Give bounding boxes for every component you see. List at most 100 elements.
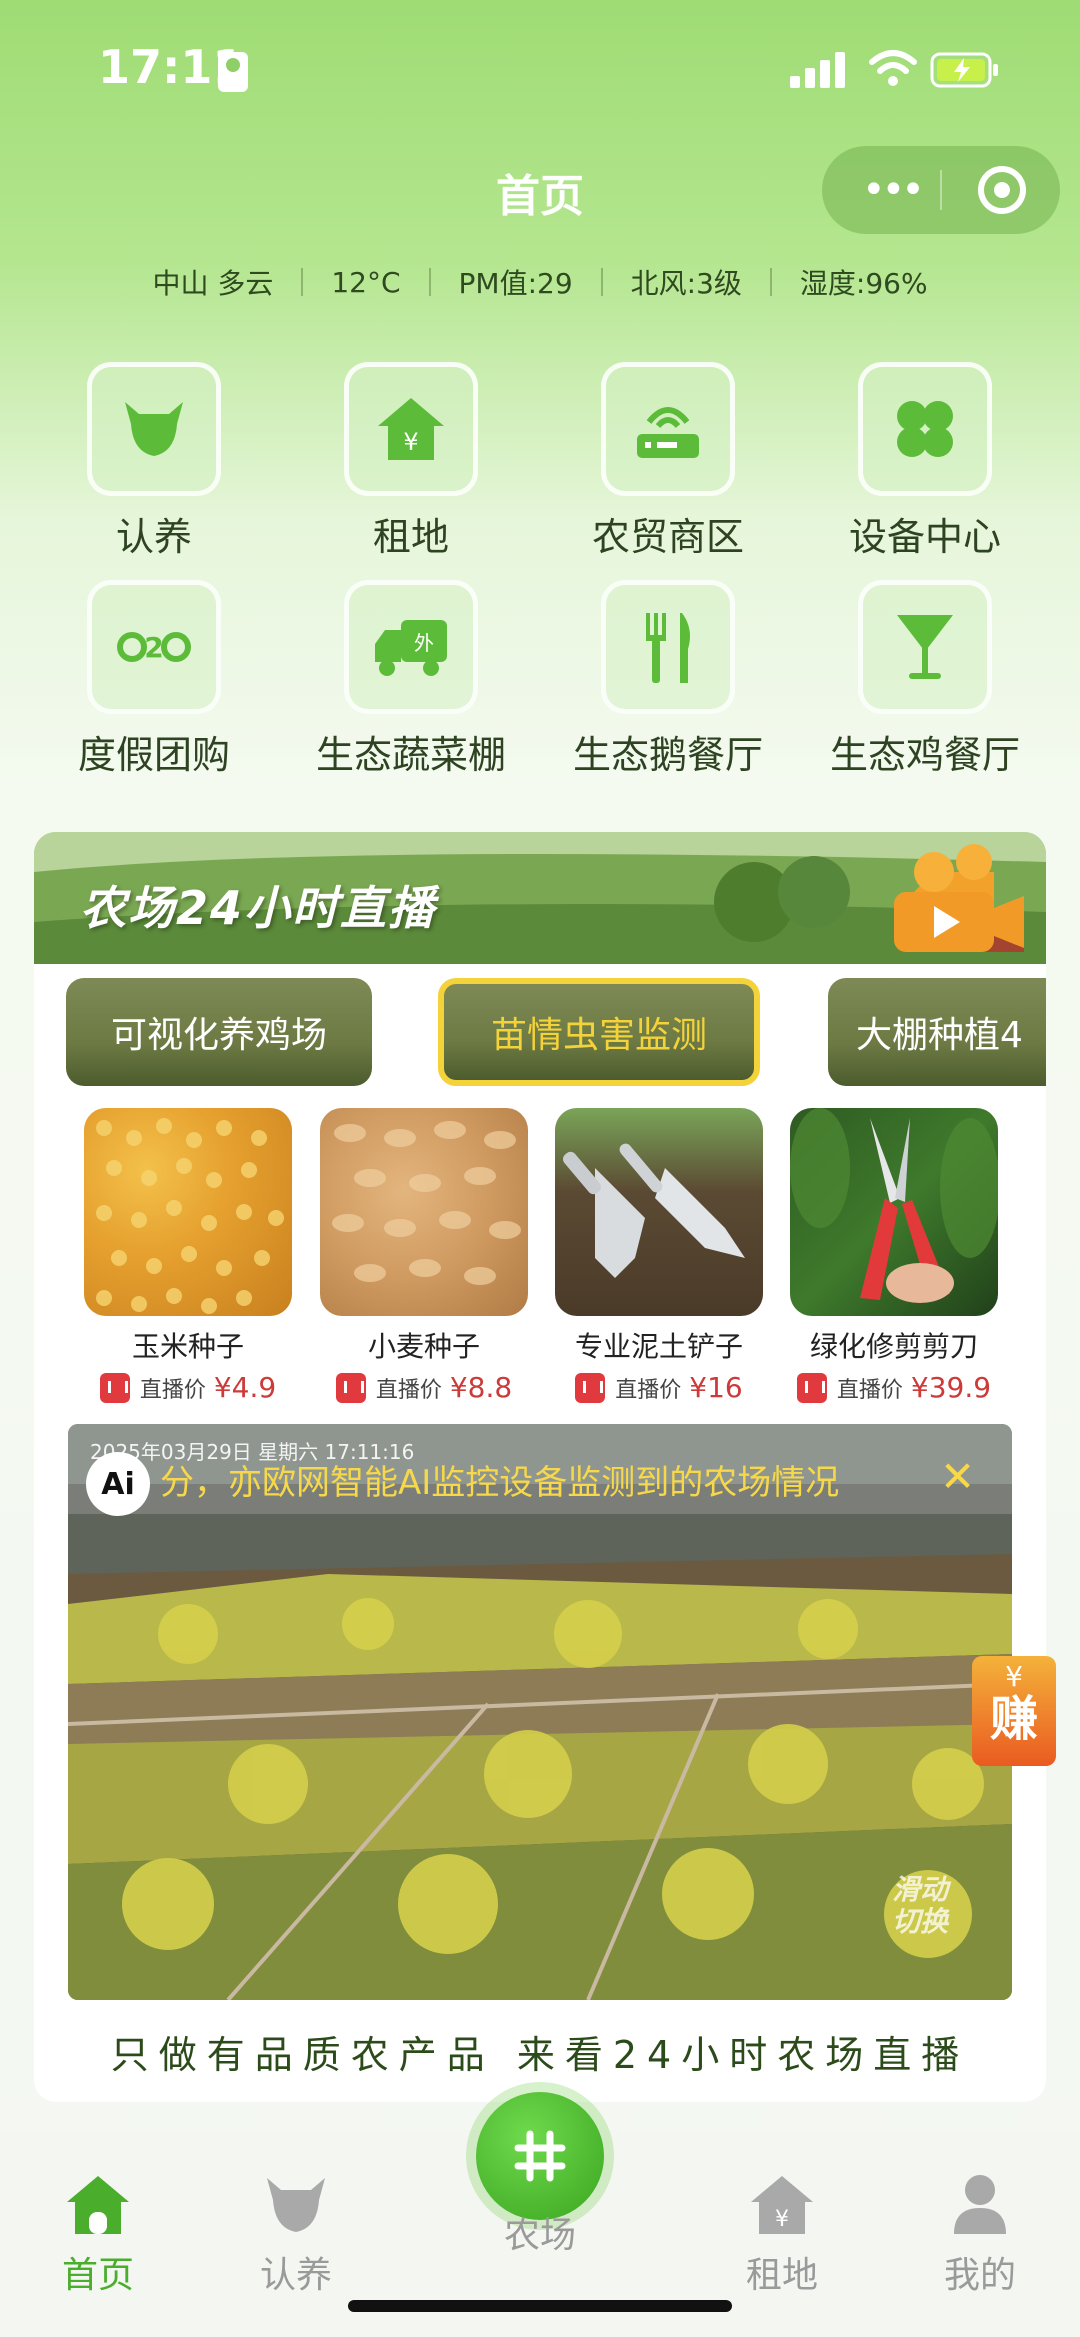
cocktail-icon (897, 615, 953, 679)
price-value: ¥4.9 (213, 1371, 277, 1404)
menu-label: 租地 (372, 515, 449, 559)
tab-label: 认养 (259, 2255, 332, 2296)
product-name: 小麦种子 (367, 1330, 480, 1363)
menu-label: 生态蔬菜棚 (315, 733, 506, 777)
tab-label: 首页 (61, 2255, 134, 2296)
person-icon (954, 2175, 1006, 2234)
earn-label: 赚 (989, 1691, 1038, 1747)
signal-icon (790, 52, 845, 88)
price-label: 直播价 (836, 1377, 903, 1403)
mini-program-capsule[interactable]: ••• (822, 146, 1060, 234)
weather-humidity: 湿度:96% (799, 267, 928, 300)
ai-monitor-marquee: 分，亦欧网智能AI监控设备监测到的农场情况 (160, 1463, 840, 1503)
menu-label: 设备中心 (848, 515, 1001, 559)
menu-item-device-center[interactable]: 设备中心 (805, 362, 1045, 561)
menu-item-adopt[interactable]: 认养 (34, 362, 274, 561)
tab-mine[interactable]: 我的 (900, 2172, 1060, 2298)
menu-item-vacation[interactable]: 2 度假团购 (34, 580, 274, 779)
close-icon[interactable]: ✕ (940, 1452, 975, 1501)
live-tag-icon (796, 1372, 827, 1403)
wheat-grains-texture (332, 1121, 521, 1285)
price-value: ¥39.9 (910, 1371, 992, 1404)
weather-city: 中山 多云 (152, 267, 274, 300)
capsule-divider (940, 170, 942, 210)
farm-grid-icon (514, 2130, 566, 2182)
product-image-soil-shovel[interactable] (555, 1108, 763, 1316)
icon-box: 2 (87, 580, 221, 714)
price-value: ¥16 (689, 1371, 743, 1404)
tab-greenhouse[interactable]: 大棚种植4 (828, 978, 1046, 1086)
menu-label: 度假团购 (77, 733, 230, 777)
live-video[interactable] (68, 1424, 1012, 2000)
menu-item-goose-restaurant[interactable]: 生态鹅餐厅 (548, 580, 788, 779)
product-image-wheat-seed[interactable] (320, 1108, 528, 1316)
icon-box (87, 362, 221, 496)
menu-item-rent-land[interactable]: ¥ 租地 (291, 362, 531, 561)
wifi-icon (869, 50, 917, 86)
live-tag-icon (335, 1372, 366, 1403)
home-icon (67, 2176, 129, 2234)
tab-label: 农场 (503, 2215, 576, 2256)
price-label: 直播价 (375, 1377, 442, 1403)
icon-box (858, 362, 992, 496)
person-card-icon (218, 52, 248, 92)
cow-icon (125, 402, 183, 456)
menu-item-chicken-restaurant[interactable]: 生态鸡餐厅 (805, 580, 1045, 779)
icon-box: ¥ (344, 362, 478, 496)
delivery-truck-icon: 外 (375, 620, 447, 676)
weather-wind: 北风:3级 (630, 267, 742, 300)
product-image-pruning-shears[interactable] (790, 1108, 998, 1316)
fork-knife-icon (646, 613, 690, 683)
menu-label: 生态鹅餐厅 (572, 733, 763, 777)
close-target-icon[interactable] (978, 166, 1026, 214)
price-label: 直播价 (615, 1377, 682, 1403)
tab-rent-land[interactable]: ¥ 租地 (702, 2172, 862, 2298)
product-price: 直播价 ¥4.9 (68, 1371, 308, 1404)
price-value: ¥8.8 (449, 1371, 513, 1404)
ai-badge: Ai (86, 1452, 150, 1516)
o2o-icon: 2 (117, 631, 191, 664)
product-image-corn-seed[interactable] (84, 1108, 292, 1316)
svg-text:¥: ¥ (403, 428, 418, 456)
svg-text:外: 外 (414, 631, 434, 655)
more-icon[interactable]: ••• (862, 170, 925, 210)
live-tag-icon (575, 1372, 606, 1403)
tab-adopt[interactable]: 认养 (216, 2172, 376, 2298)
menu-label: 生态鸡餐厅 (829, 733, 1020, 777)
home-indicator[interactable] (348, 2300, 732, 2312)
house-yen-icon: ¥ (751, 2176, 813, 2234)
tab-label: 我的 (943, 2255, 1016, 2296)
price-label: 直播价 (139, 1377, 206, 1403)
product-price: 直播价 ¥16 (539, 1371, 779, 1404)
live-tag-icon (99, 1372, 130, 1403)
menu-label: 认养 (115, 515, 192, 559)
product-name: 玉米种子 (131, 1330, 244, 1363)
swipe-hint-line: 切换 (892, 1905, 949, 1938)
weather-pm: PM值:29 (458, 267, 573, 300)
house-yen-icon: ¥ (378, 398, 444, 460)
icon-box (601, 362, 735, 496)
yen-icon: ¥ (1005, 1660, 1023, 1693)
swipe-switch-hint[interactable]: 滑动 切换 (892, 1874, 948, 1938)
tab-chicken-farm[interactable]: 可视化养鸡场 (66, 978, 372, 1086)
battery-charging-icon (930, 52, 998, 88)
product-name: 绿化修剪剪刀 (809, 1330, 978, 1363)
weather-bar: 中山 多云 12°C PM值:29 北风:3级 湿度:96% (0, 262, 1080, 302)
product-price: 直播价 ¥8.8 (304, 1371, 544, 1404)
farm-field-video-frame (68, 1424, 1012, 2000)
menu-item-vegetable-shed[interactable]: 外 生态蔬菜棚 (291, 580, 531, 779)
shovel-illustration (563, 1143, 745, 1278)
icon-box (601, 580, 735, 714)
tab-home[interactable]: 首页 (18, 2172, 178, 2298)
swipe-hint-line: 滑动 (892, 1873, 949, 1906)
product-name: 专业泥土铲子 (574, 1330, 743, 1363)
earn-float-button[interactable]: ¥ 赚 (972, 1656, 1056, 1766)
tab-farm[interactable]: 农场 (460, 2200, 620, 2258)
router-icon (637, 407, 699, 458)
corn-kernels-texture (96, 1118, 284, 1314)
tab-pest-monitoring[interactable]: 苗情虫害监测 (438, 978, 760, 1086)
clover-icon (897, 401, 953, 457)
menu-item-market[interactable]: 农贸商区 (548, 362, 788, 561)
weather-temp: 12°C (331, 265, 401, 299)
tab-label: 租地 (745, 2255, 818, 2296)
